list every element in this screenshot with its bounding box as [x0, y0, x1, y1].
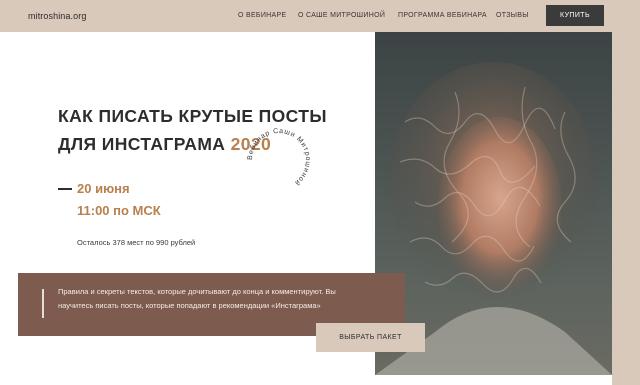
buy-button[interactable]: КУПИТЬ — [546, 5, 604, 26]
description-text: Правила и секреты текстов, которые дочит… — [58, 287, 336, 310]
date-dash — [58, 188, 72, 190]
circular-stamp-icon: Вебинар Саши Митрошиной — [247, 128, 311, 187]
choose-package-button[interactable]: ВЫБРАТЬ ПАКЕТ — [316, 323, 425, 352]
stamp-text: Вебинар Саши Митрошиной — [247, 128, 310, 187]
seats-remaining: Осталось 378 мест по 990 рублей — [77, 238, 196, 247]
description-accent-bar — [42, 289, 44, 318]
site-header: mitroshina.org О ВЕБИНАРЕ О САШЕ МИТРОШИ… — [0, 0, 640, 32]
svg-text:Вебинар Саши Митрошиной: Вебинар Саши Митрошиной — [247, 128, 311, 187]
decorative-side-strip — [612, 32, 640, 385]
nav-item-reviews[interactable]: ОТЗЫВЫ — [496, 12, 529, 19]
site-logo[interactable]: mitroshina.org — [28, 11, 86, 21]
hero-title-line1: КАК ПИСАТЬ КРУТЫЕ ПОСТЫ — [58, 106, 327, 126]
nav-item-program[interactable]: ПРОГРАММА ВЕБИНАРА — [398, 12, 487, 19]
event-date: 20 июня — [77, 181, 130, 196]
hero-title-line2: ДЛЯ ИНСТАГРАМА — [58, 134, 226, 154]
event-time: 11:00 по МСК — [77, 203, 161, 218]
nav-item-about-webinar[interactable]: О ВЕБИНАРЕ — [238, 12, 286, 19]
nav-item-about-author[interactable]: О САШЕ МИТРОШИНОЙ — [298, 12, 385, 19]
